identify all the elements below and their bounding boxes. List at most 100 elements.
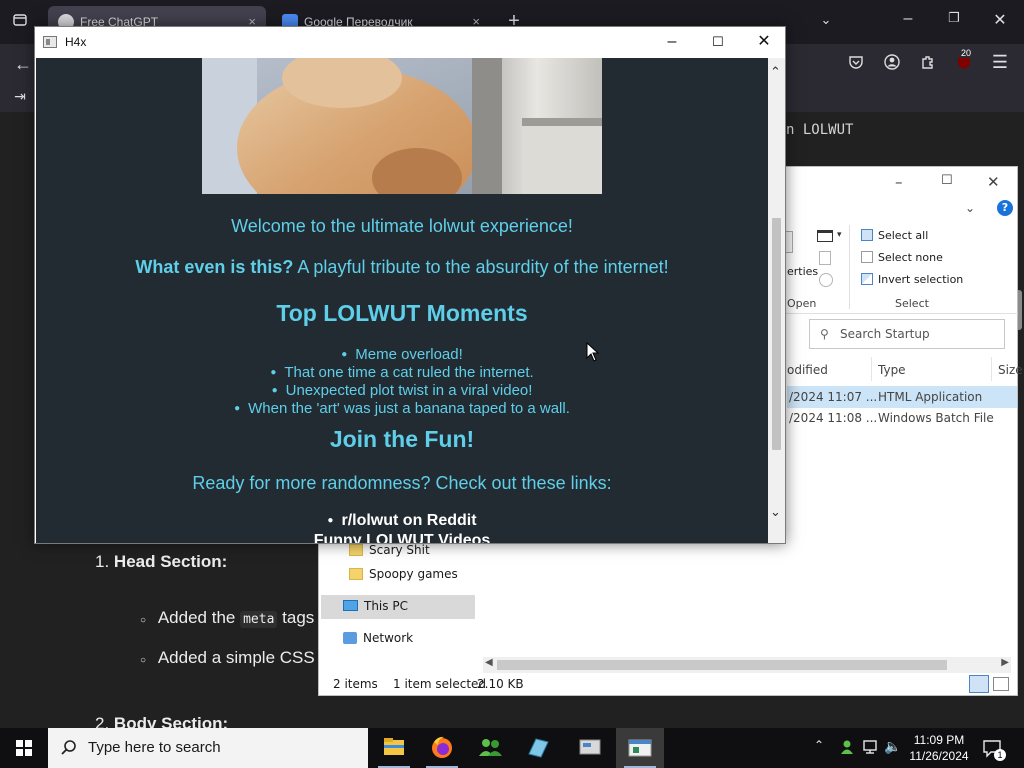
nav-item-this-pc[interactable]: This PC (343, 599, 408, 613)
link-item[interactable]: Funny LOLWUT Videos (36, 532, 768, 543)
network-icon (343, 632, 357, 644)
details-view-icon[interactable] (969, 675, 989, 693)
intro-bold: What even is this? (135, 257, 294, 277)
hta-content: Welcome to the ultimate lolwut experienc… (36, 58, 768, 543)
list-item: ● When the 'art' was just a banana taped … (234, 400, 570, 417)
hta-taskbar-button[interactable] (616, 728, 664, 768)
link-item[interactable]: ● r/lolwut on Reddit (36, 512, 768, 530)
clock[interactable]: 11:09 PM 11/26/2024 (906, 732, 972, 764)
ribbon-group-select: Select (895, 297, 929, 310)
pocket-icon[interactable] (846, 54, 866, 75)
users-icon (479, 739, 502, 756)
users-app-taskbar-button[interactable] (466, 728, 514, 768)
menu-icon[interactable]: ☰ (990, 52, 1010, 73)
list-label: Head Section: (113, 552, 228, 571)
firefox-icon (432, 736, 452, 758)
column-divider[interactable] (991, 357, 992, 381)
search-placeholder: Search Startup (840, 327, 930, 341)
control-app-taskbar-button[interactable] (566, 728, 614, 768)
extensions-icon[interactable] (918, 54, 938, 75)
taskbar-search-input[interactable]: Type here to search (48, 728, 368, 768)
scroll-right-icon[interactable]: ▶ (1001, 657, 1009, 668)
clock-date: 11/26/2024 (909, 749, 969, 763)
edit-icon (819, 251, 831, 265)
start-button[interactable] (0, 728, 48, 768)
select-all-button[interactable]: Select all (861, 229, 928, 242)
file-type: Windows Batch File (878, 411, 994, 425)
search-input[interactable]: ⚲ Search Startup (809, 319, 1005, 349)
chevron-down-icon[interactable]: ⌄ (816, 12, 836, 28)
minimize-icon[interactable]: – (895, 173, 903, 191)
file-row[interactable]: /2024 11:08 ... Windows Batch File (787, 407, 1017, 429)
restore-icon[interactable]: ❐ (944, 10, 964, 26)
search-icon (61, 740, 76, 755)
scroll-up-icon[interactable]: ⌃ (770, 64, 781, 80)
ready-text: Ready for more randomness? Check out the… (192, 473, 612, 493)
nav-item-network[interactable]: Network (343, 631, 413, 645)
chevron-down-icon[interactable]: ⌄ (965, 201, 975, 215)
maximize-icon[interactable]: ☐ (695, 29, 741, 55)
minimize-icon[interactable]: – (898, 10, 918, 28)
history-icon (819, 273, 833, 287)
reddit-link[interactable]: r/lolwut on Reddit (341, 512, 476, 529)
status-size: 2.10 KB (477, 677, 524, 691)
notebook-icon (528, 738, 549, 758)
close-icon[interactable]: ✕ (987, 173, 1000, 191)
subitem-text: tags (282, 608, 315, 627)
scroll-left-icon[interactable]: ◀ (485, 657, 493, 668)
list-number: 1. (95, 552, 110, 571)
app-icon (43, 36, 57, 48)
file-explorer-icon (384, 738, 404, 755)
scroll-down-icon[interactable]: ⌄ (770, 504, 781, 520)
file-row[interactable]: /2024 11:07 ... HTML Application (787, 386, 1017, 408)
properties-label[interactable]: erties (787, 265, 818, 278)
scrollbar-thumb[interactable] (497, 660, 947, 670)
nav-item-spoopy-games[interactable]: Spoopy games (349, 567, 458, 581)
firefox-taskbar-button[interactable] (418, 728, 466, 768)
select-none-button[interactable]: Select none (861, 251, 943, 264)
file-explorer-taskbar-button[interactable] (370, 728, 418, 768)
file-modified: /2024 11:07 ... (789, 390, 878, 404)
vertical-scrollbar[interactable]: ⌃ ⌄ (768, 58, 785, 543)
maximize-icon[interactable]: ☐ (941, 173, 953, 188)
tab-list-icon[interactable] (10, 12, 30, 33)
hta-app-icon (628, 739, 652, 757)
notebook-app-taskbar-button[interactable] (514, 728, 562, 768)
help-icon[interactable]: ? (997, 200, 1013, 216)
nav-item-scary-shit[interactable]: Scary Shit (349, 543, 430, 557)
h4x-window: H4x – ☐ ✕ Welcome to the ultimate lolwut… (34, 26, 786, 544)
status-selected: 1 item selected (393, 677, 487, 691)
window-title-bar[interactable]: H4x – ☐ ✕ (35, 27, 785, 57)
horizontal-scrollbar[interactable]: ◀ ▶ (483, 657, 1011, 673)
scrollbar-thumb[interactable] (772, 218, 781, 450)
cat-image (202, 58, 602, 194)
videos-link[interactable]: Funny LOLWUT Videos (314, 532, 491, 543)
column-header-type[interactable]: Type (878, 363, 906, 377)
sign-in-icon[interactable]: ⇥ (10, 88, 30, 105)
column-divider[interactable] (871, 357, 872, 381)
minimize-icon[interactable]: – (649, 29, 695, 55)
chevron-up-icon[interactable]: ⌃ (814, 738, 824, 752)
back-arrow-icon[interactable]: ← (12, 54, 34, 75)
chevron-down-icon[interactable]: ▾ (837, 230, 842, 240)
close-icon[interactable]: ✕ (990, 10, 1010, 30)
column-header-modified[interactable]: odified (787, 363, 828, 377)
taskbar: Type here to search ⌃ 🔈 11:09 PM 11/26/2… (0, 728, 1024, 768)
open-icon[interactable] (817, 230, 833, 242)
ribbon-bottom-divider (783, 313, 1018, 314)
large-icons-view-icon[interactable] (993, 677, 1009, 691)
user-status-icon[interactable] (838, 738, 856, 756)
invert-selection-button[interactable]: Invert selection (861, 273, 963, 286)
mouse-cursor-icon (586, 342, 600, 362)
clock-time: 11:09 PM (913, 733, 965, 747)
network-icon[interactable] (862, 738, 880, 756)
status-item-count: 2 items (333, 677, 378, 691)
list-subitem: ○ Added the meta tags (140, 608, 315, 628)
account-icon[interactable] (882, 54, 902, 75)
ribbon-group-open: Open (787, 297, 817, 310)
list-item: ● Unexpected plot twist in a viral video! (271, 382, 533, 399)
windows-icon (16, 740, 32, 756)
volume-icon[interactable]: 🔈 (884, 738, 901, 755)
column-header-size[interactable]: Size (998, 363, 1023, 377)
close-icon[interactable]: ✕ (741, 29, 787, 55)
